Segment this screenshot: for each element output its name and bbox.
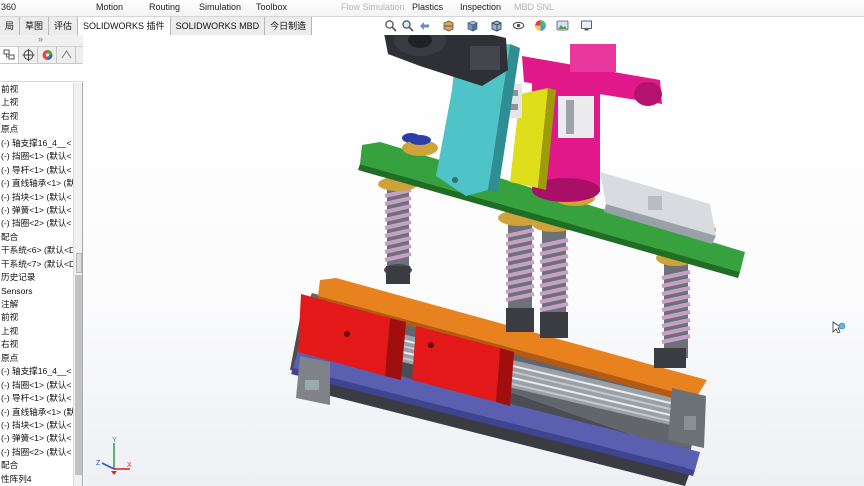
previous-view-icon[interactable] [418,19,431,32]
base-end-block[interactable] [668,388,706,448]
tab-solidworks-mbd[interactable]: SOLIDWORKS MBD [170,17,266,35]
property-manager-icon [22,49,35,61]
tree-node-annotations[interactable]: 注解 [0,298,73,311]
graphics-area[interactable]: Y X Z [84,35,864,486]
pane-collapse-bar[interactable]: » [0,34,83,47]
solidworks-window: 360 Motion Routing Simulation Toolbox Fl… [0,0,864,486]
display-style-icon[interactable] [490,19,503,32]
tree-node-shaft-support[interactable]: (-) 轴支撑16_4__< [0,137,73,150]
tab-layout[interactable]: 局 [0,17,21,35]
ribbon-item-360[interactable]: 360 [1,2,16,12]
tree-node-subassembly-7[interactable]: 干系统<7> (默认<D [0,258,73,271]
view-orientation-icon[interactable] [466,19,479,32]
tree-node-spring[interactable]: (-) 弹簧<1> (默认< [0,204,73,217]
display-settings-icon[interactable] [580,19,593,32]
ribbon-addins-row: 360 Motion Routing Simulation Toolbox Fl… [0,0,864,17]
tree-node-linear-bearing-2[interactable]: (-) 直线轴承<1> (默 [0,406,73,419]
tab-solidworks-addins[interactable]: SOLIDWORKS 插件 [78,17,171,35]
ribbon-item-plastics[interactable]: Plastics [412,2,443,12]
assembly-model[interactable] [84,35,864,486]
ribbon-item-routing[interactable]: Routing [149,2,180,12]
tree-node-retaining-ring-1[interactable]: (-) 挡圈<1> (默认< [0,150,73,163]
tree-node-guide-rod-2[interactable]: (-) 导杆<1> (默认< [0,392,73,405]
tab-today-manufacturing[interactable]: 今日制造 [265,17,313,35]
spring-post-mid-1[interactable] [498,210,542,332]
tab-sketch[interactable]: 草图 [20,17,50,35]
tree-node-mates-2[interactable]: 配合 [0,459,73,472]
tree-node-spring-2[interactable]: (-) 弹簧<1> (默认< [0,432,73,445]
tree-node-front-plane-2[interactable]: 前视 [0,311,73,324]
coordinate-triad: Y X Z [96,437,132,475]
dimxpert-icon [61,50,72,59]
configuration-manager-icon [42,50,53,60]
configuration-manager-tab[interactable] [38,47,57,63]
tree-node-stop-block-2[interactable]: (-) 挡块<1> (默认< [0,419,73,432]
heads-up-view-toolbar [384,19,618,34]
manager-tabs [0,47,83,64]
section-view-icon[interactable] [442,19,455,32]
ribbon-item-simulation[interactable]: Simulation [199,2,241,12]
triad-y-label: Y [112,437,117,444]
tree-scrollbar[interactable] [73,83,82,486]
ribbon-item-flow-simulation[interactable]: Flow Simulation [341,2,405,12]
tree-node-shaft-support-2[interactable]: (-) 轴支撑16_4__< [0,365,73,378]
tree-node-retaining-ring-2[interactable]: (-) 挡圈<2> (默认< [0,217,73,230]
tree-node-origin[interactable]: 原点 [0,123,73,136]
zoom-area-icon[interactable] [401,19,414,32]
tree-node-guide-rod[interactable]: (-) 导杆<1> (默认< [0,164,73,177]
tree-node-mates[interactable]: 配合 [0,231,73,244]
tree-node-retaining-ring-1b[interactable]: (-) 挡圈<1> (默认< [0,379,73,392]
tree-filter-row[interactable] [0,64,83,82]
triad-z-label: Z [96,460,101,467]
tree-node-origin-2[interactable]: 原点 [0,352,73,365]
spring-post-right[interactable] [654,250,696,368]
triad-origin-marker [111,471,117,475]
triad-z-axis [101,462,115,470]
zoom-to-fit-icon[interactable] [384,19,397,32]
pane-collapse-glyph: » [38,34,44,44]
tree-node-linear-pattern-4[interactable]: 性阵列4 [0,473,73,486]
tree-node-history[interactable]: 历史记录 [0,271,73,284]
ribbon-item-mbd-snl[interactable]: MBD SNL [514,2,554,12]
tree-node-right-plane-2[interactable]: 右视 [0,338,73,351]
tree-node-top-plane-2[interactable]: 上视 [0,325,73,338]
tree-node-linear-bearing[interactable]: (-) 直线轴承<1> (默 [0,177,73,190]
edit-appearance-icon[interactable] [534,19,547,32]
pane-resize-grip[interactable] [76,253,82,273]
tree-node-front-plane[interactable]: 前视 [0,83,73,96]
tree-scrollbar-thumb[interactable] [75,275,82,475]
feature-tree: 前视 上视 右视 原点 (-) 轴支撑16_4__< (-) 挡圈<1> (默认… [0,83,73,486]
tab-evaluate[interactable]: 评估 [49,17,79,35]
feature-manager-pane: » 前视 上视 右视 原点 (-) 轴支撑16_4__< (-) 挡圈<1> (… [0,34,83,486]
dimxpert-tab[interactable] [57,47,76,63]
feature-manager-icon [3,49,15,60]
tree-node-stop-block[interactable]: (-) 挡块<1> (默认< [0,191,73,204]
scene-icon[interactable] [556,19,569,32]
tree-node-subassembly-6[interactable]: 干系统<6> (默认<D [0,244,73,257]
triad-x-label: X [127,462,132,469]
feature-manager-tab[interactable] [0,47,19,63]
black-motor[interactable] [383,35,508,86]
tree-node-sensors[interactable]: Sensors [0,285,73,298]
tree-node-right-plane[interactable]: 右视 [0,110,73,123]
mouse-cursor-icon [832,321,846,334]
base-grey-block[interactable] [296,356,330,405]
command-manager-tabs: 局 草图 评估 SOLIDWORKS 插件 SOLIDWORKS MBD 今日制… [0,17,313,35]
ribbon-item-toolbox[interactable]: Toolbox [256,2,287,12]
ribbon-item-inspection[interactable]: Inspection [460,2,501,12]
property-manager-tab[interactable] [19,47,38,63]
ribbon-item-motion[interactable]: Motion [96,2,123,12]
spring-post-mid-2[interactable] [532,216,576,338]
tree-node-retaining-ring-2b[interactable]: (-) 挡圈<2> (默认< [0,446,73,459]
hide-show-icon[interactable] [512,19,525,32]
tree-node-top-plane[interactable]: 上视 [0,96,73,109]
